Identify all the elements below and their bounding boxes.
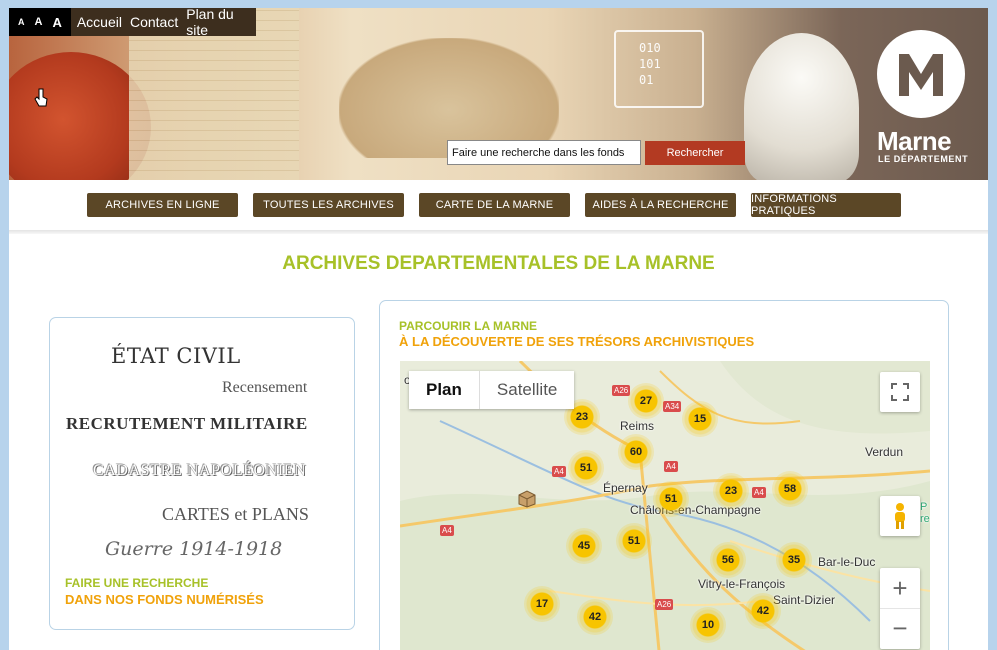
map-cluster[interactable]: 15 [682,401,718,437]
font-size-large-button[interactable]: A [52,15,61,30]
map-cluster[interactable]: 51 [568,450,604,486]
search-collections-card[interactable]: ÉTAT CIVIL Recensement RECRUTEMENT MILIT… [49,317,355,630]
page: 010 101 01 Marne LE DÉPARTEMENT A A A Ac… [9,8,988,650]
road-label: A4 [752,487,766,498]
pegman-icon [895,503,905,529]
sitemap-link[interactable]: Plan du site [186,8,254,38]
nav-toutes-les-archives[interactable]: TOUTES LES ARCHIVES [253,193,404,217]
etat-civil-label: ÉTAT CIVIL [111,344,241,368]
hand-cursor-icon [34,88,48,107]
nav-carte-de-la-marne[interactable]: CARTE DE LA MARNE [419,193,570,217]
zoom-control: + − [880,568,920,649]
road-label: A26 [612,385,631,396]
package-marker-icon[interactable] [517,490,537,508]
map-cluster[interactable]: 27 [628,383,664,419]
card-footer-line2: DANS NOS FONDS NUMÉRISÉS [65,592,264,607]
map-cluster[interactable]: 42 [745,593,781,629]
main-nav: ARCHIVES EN LIGNE TOUTES LES ARCHIVES CA… [9,193,988,218]
contact-link[interactable]: Contact [130,14,178,30]
map-cluster[interactable]: 56 [710,542,746,578]
map-cluster[interactable]: 51 [653,481,689,517]
cadastre-label: CADASTRE NAPOLÉONIEN [93,462,307,479]
road-label: A4 [552,466,566,477]
map-cluster[interactable]: 23 [713,473,749,509]
map-card: PARCOURIR LA MARNE À LA DÉCOUVERTE DE SE… [379,300,949,650]
map-edge-label-right: P re [920,501,930,525]
map-cluster[interactable]: 45 [566,528,602,564]
nav-archives-en-ligne[interactable]: ARCHIVES EN LIGNE [87,193,238,217]
font-size-medium-button[interactable]: A [35,16,43,28]
font-size-controls: A A A [9,8,71,36]
road-label: A26 [655,599,674,610]
street-view-button[interactable] [880,496,920,536]
map-cluster[interactable]: 17 [524,586,560,622]
place-vitry: Vitry-le-François [698,577,786,591]
fullscreen-button[interactable] [880,372,920,412]
font-size-small-button[interactable]: A [18,17,25,27]
map-card-line2: À LA DÉCOUVERTE DE SES TRÉSORS ARCHIVIST… [399,334,755,349]
map-cluster[interactable]: 35 [776,542,812,578]
binary-text: 010 101 01 [639,41,661,87]
map-cluster[interactable]: 58 [772,471,808,507]
fullscreen-icon [891,383,909,401]
place-verdun: Verdun [865,445,904,459]
page-title: ARCHIVES DEPARTEMENTALES DE LA MARNE [282,253,715,274]
place-saint-dizier: Saint-Dizier [773,593,836,607]
map-cluster[interactable]: 10 [690,607,726,643]
brand-name: Marne [877,126,952,156]
cartes-label: CARTES et PLANS [162,504,309,524]
nav-informations-pratiques[interactable]: INFORMATIONS PRATIQUES [751,193,901,217]
home-link[interactable]: Accueil [77,14,122,30]
statue-image [744,33,859,180]
map-cluster[interactable]: 42 [577,599,613,635]
card-footer-line1: FAIRE UNE RECHERCHE [65,576,209,590]
map-view[interactable]: om Reims Épernay Châlons-en-Champagne Ve… [400,361,930,650]
map-type-plan[interactable]: Plan [409,371,480,409]
map-type-satellite[interactable]: Satellite [480,371,574,409]
brand-subtitle: LE DÉPARTEMENT [878,154,969,164]
map-type-control: Plan Satellite [409,371,575,409]
recrutement-label: RECRUTEMENT MILITAIRE [66,414,308,433]
header-banner: 010 101 01 Marne LE DÉPARTEMENT A A A Ac… [9,8,988,180]
map-cluster[interactable]: 60 [618,434,654,470]
search-button[interactable]: Rechercher [645,141,745,165]
place-epernay: Épernay [603,481,648,495]
place-reims: Reims [620,419,655,433]
map-card-line1: PARCOURIR LA MARNE [399,319,537,333]
zoom-in-button[interactable]: + [880,569,920,609]
guerre-label: Guerre 1914-1918 [105,538,283,560]
place-bar-le-duc: Bar-le-Duc [818,555,876,569]
nav-divider [9,230,988,234]
road-label: A34 [663,401,682,412]
zoom-out-button[interactable]: − [880,609,920,649]
search-input[interactable] [447,140,641,165]
top-bar: A A A Accueil Contact Plan du site [9,8,256,38]
nav-aides-a-la-recherche[interactable]: AIDES À LA RECHERCHE [585,193,736,217]
marne-logo-icon [899,54,943,96]
recensement-label: Recensement [222,379,308,396]
road-label: A4 [440,525,454,536]
map-cluster[interactable]: 51 [616,523,652,559]
road-label: A4 [664,461,678,472]
